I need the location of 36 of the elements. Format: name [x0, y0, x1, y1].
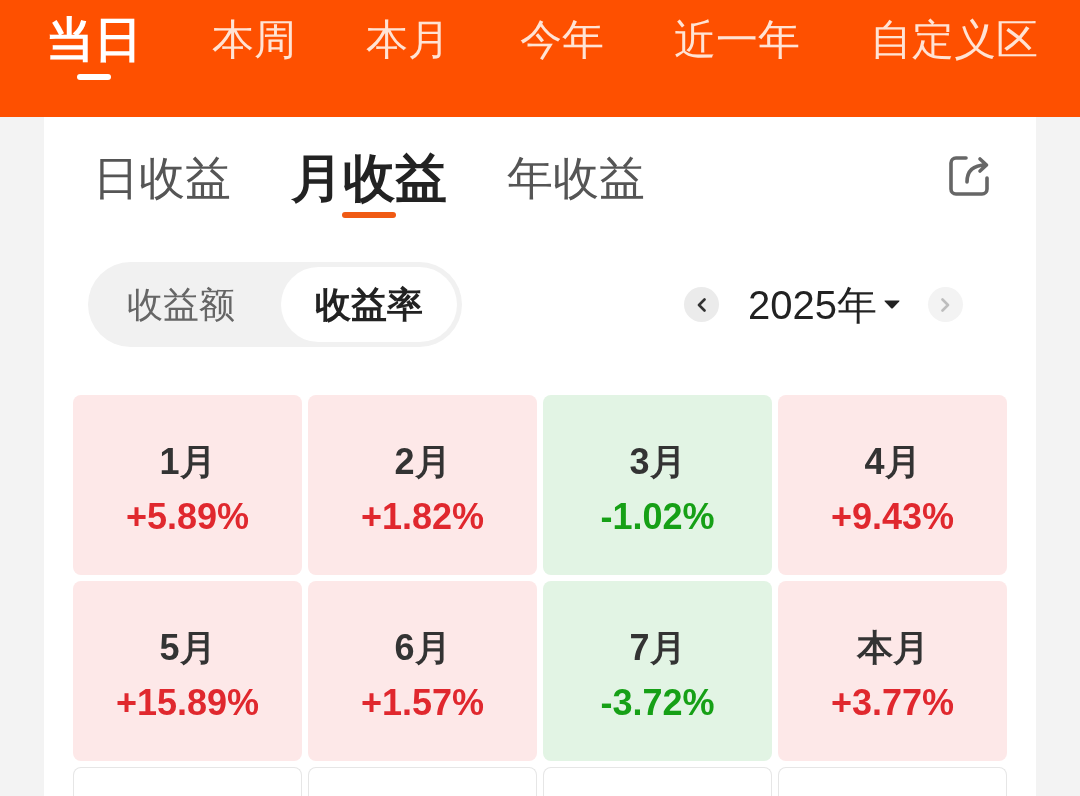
toggle-option[interactable]: 收益率 — [281, 267, 457, 342]
return-percentage: +5.89% — [125, 497, 250, 537]
month-return-cell[interactable]: 本月 +3.77% — [778, 581, 1007, 761]
chevron-left-icon — [697, 297, 706, 312]
share-button[interactable] — [946, 153, 992, 199]
return-percentage: +15.89% — [115, 683, 260, 723]
profit-tab[interactable]: 月收益 — [291, 152, 447, 204]
year-dropdown[interactable]: 2025年 — [748, 284, 900, 325]
month-label: 4月 — [864, 442, 921, 482]
return-percentage: -3.72% — [600, 683, 715, 723]
chevron-right-icon — [941, 297, 950, 312]
month-label: 5月 — [159, 628, 216, 668]
month-return-cell[interactable]: 4月 +9.43% — [778, 395, 1007, 575]
month-label: 2月 — [394, 442, 451, 482]
month-label: 7月 — [629, 628, 686, 668]
month-label: 3月 — [629, 442, 686, 482]
return-percentage: +1.82% — [360, 497, 485, 537]
month-label: 本月 — [856, 628, 929, 668]
profit-tab[interactable]: 年收益 — [507, 152, 645, 204]
profit-tab[interactable]: 日收益 — [93, 152, 231, 204]
month-return-cell[interactable]: 5月 +15.89% — [73, 581, 302, 761]
caret-down-icon — [884, 300, 900, 309]
month-return-cell[interactable]: 3月 -1.02% — [543, 395, 772, 575]
return-percentage: +1.57% — [360, 683, 485, 723]
month-label: 6月 — [394, 628, 451, 668]
month-return-cell[interactable]: 1月 +5.89% — [73, 395, 302, 575]
return-percentage: +9.43% — [830, 497, 955, 537]
month-return-cell[interactable]: 2月 +1.82% — [308, 395, 537, 575]
return-percentage: +3.77% — [830, 683, 955, 723]
return-percentage: -1.02% — [600, 497, 715, 537]
month-return-cell[interactable]: 7月 -3.72% — [543, 581, 772, 761]
month-return-cell[interactable]: 6月 +1.57% — [308, 581, 537, 761]
toggle-option[interactable]: 收益额 — [93, 267, 269, 342]
month-label: 1月 — [159, 442, 216, 482]
previous-year-button[interactable] — [684, 287, 719, 322]
share-icon — [946, 153, 992, 199]
